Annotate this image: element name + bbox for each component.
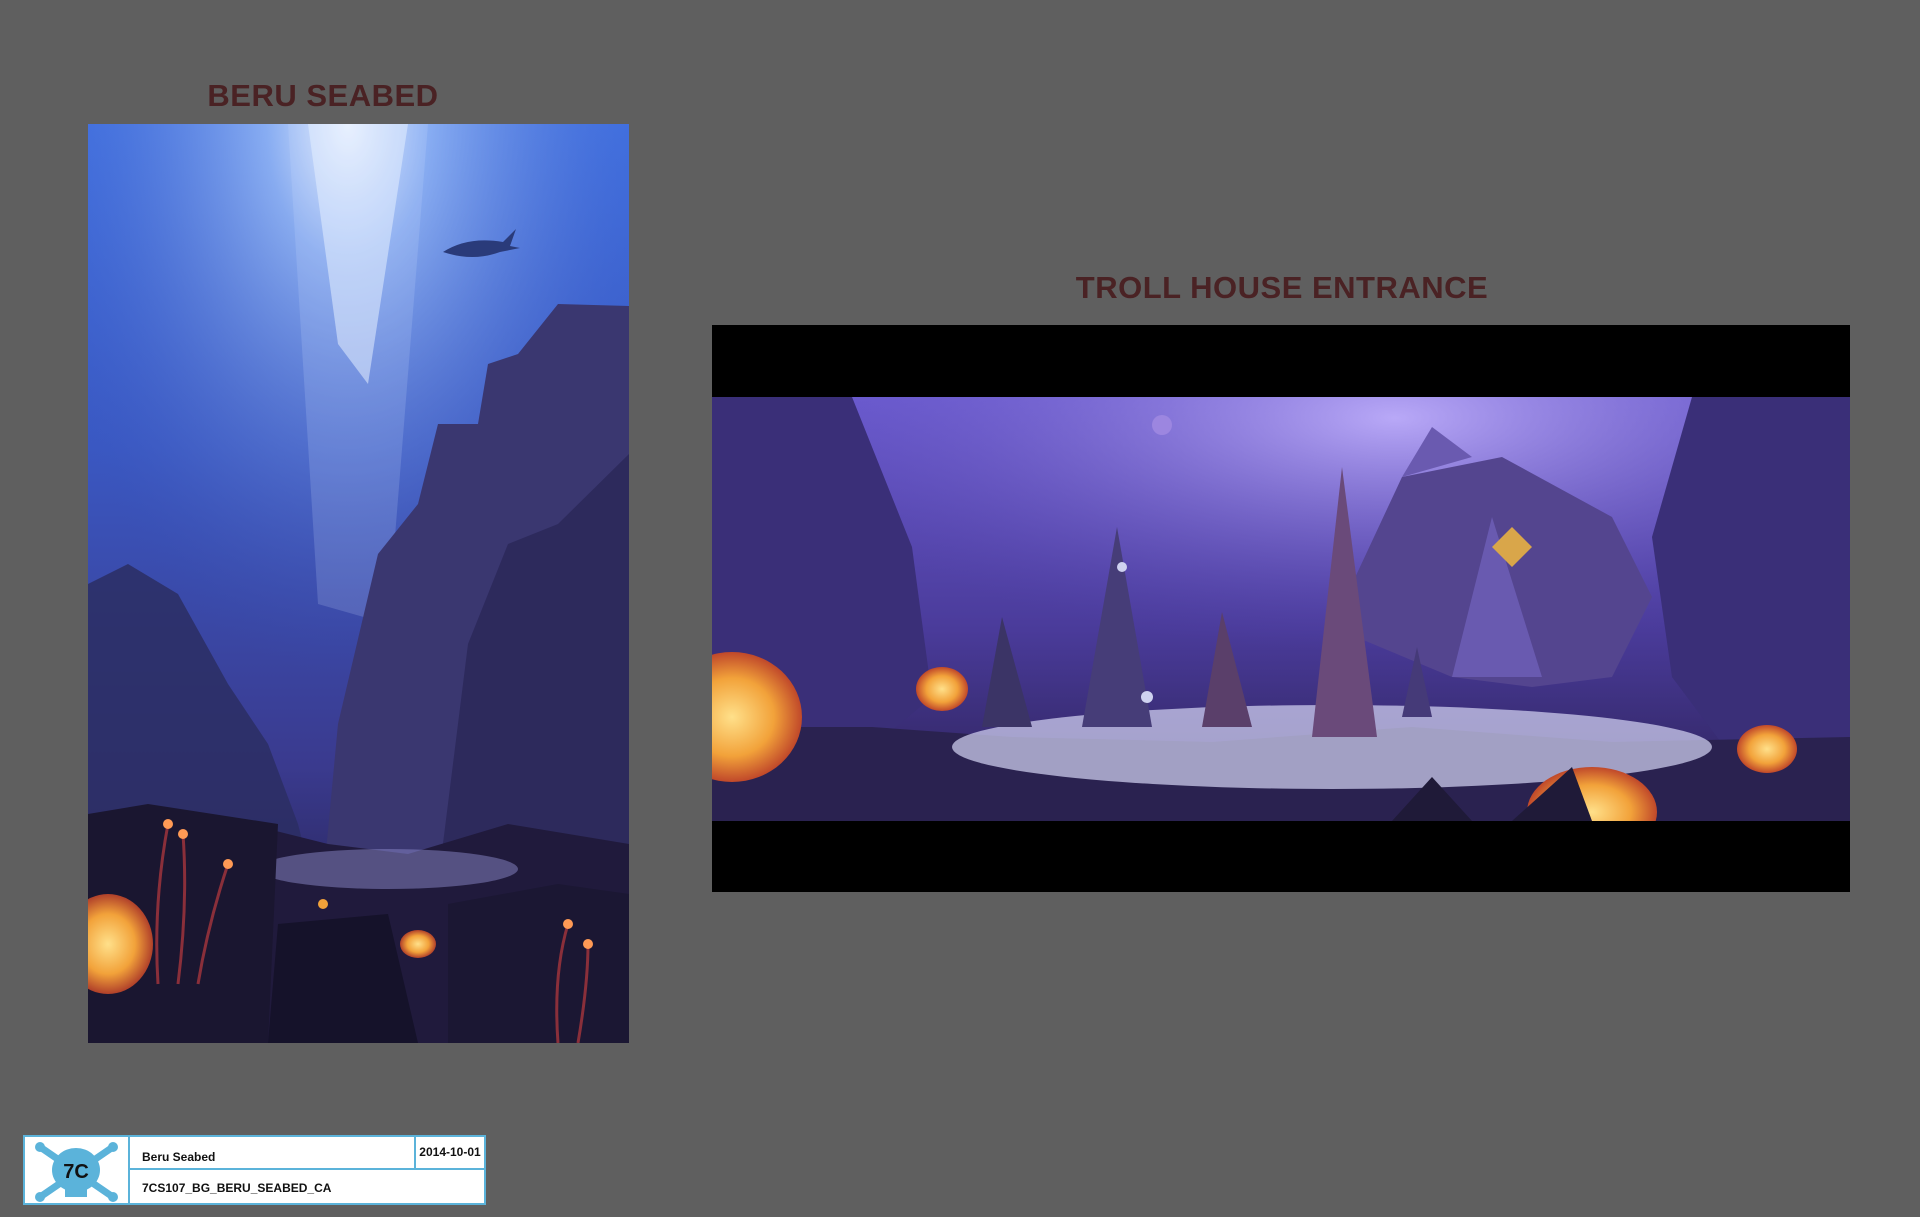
beru-seabed-title: BERU SEABED <box>207 78 439 113</box>
file-code: 7CS107_BG_BERU_SEABED_CA <box>142 1181 332 1195</box>
scene-name: Beru Seabed <box>130 1137 416 1170</box>
scene-date: 2014-10-01 <box>416 1137 484 1170</box>
beru-seabed-painting <box>88 124 629 1043</box>
troll-house-entrance-painting <box>712 325 1850 892</box>
logo-text: 7C <box>63 1161 89 1183</box>
title-block: 7C Beru Seabed 2014-10-01 7CS107_BG_BERU… <box>23 1135 486 1205</box>
troll-house-entrance-title: TROLL HOUSE ENTRANCE <box>1075 270 1489 305</box>
studio-logo: 7C <box>25 1137 130 1203</box>
